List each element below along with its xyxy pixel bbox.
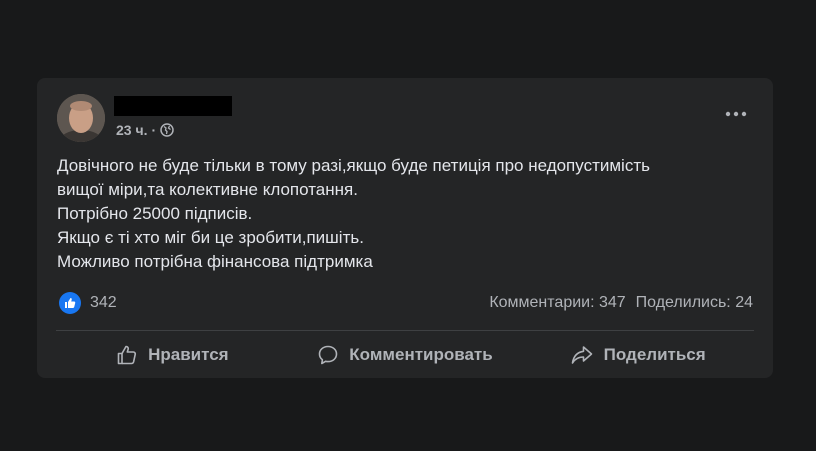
avatar[interactable]: [57, 94, 105, 142]
post-stats: Комментарии: 347 Поделились: 24: [489, 294, 753, 312]
post-text-line: Якщо є ті хто міг би це зробити,пишіть.: [57, 228, 364, 247]
like-reaction-icon: [59, 292, 81, 314]
more-options-button[interactable]: [721, 102, 751, 126]
comment-button-label: Комментировать: [349, 345, 493, 364]
comment-bubble-icon: [318, 345, 338, 365]
post-card: 23 ч. · Довічного не буде тільки в тому …: [37, 78, 773, 378]
comments-count-link[interactable]: Комментарии: 347: [489, 294, 625, 312]
thumbs-up-icon: [117, 345, 137, 365]
like-button[interactable]: Нравится: [56, 336, 289, 374]
share-button[interactable]: Поделиться: [521, 336, 754, 374]
avatar-photo: [57, 94, 105, 142]
post-text: Довічного не буде тільки в тому разі,якщ…: [57, 154, 747, 274]
post-meta: 23 ч. ·: [116, 122, 174, 138]
share-button-label: Поделиться: [603, 345, 706, 364]
meta-separator: ·: [151, 122, 157, 138]
globe-icon: [160, 123, 174, 137]
post-text-line: Потрібно 25000 підписів.: [57, 204, 253, 223]
post-text-line: вищої міри,та колективне клопотання.: [57, 180, 358, 199]
like-button-label: Нравится: [148, 345, 229, 364]
author-name-redacted[interactable]: [114, 96, 232, 116]
post-actions: Нравится Комментировать Поделиться: [56, 336, 754, 374]
comment-button[interactable]: Комментировать: [289, 336, 522, 374]
share-arrow-icon: [571, 346, 592, 364]
more-options-icon: [725, 111, 747, 117]
post-text-line: Довічного не буде тільки в тому разі,якщ…: [57, 156, 650, 175]
shares-count-link[interactable]: Поделились: 24: [636, 294, 753, 312]
reaction-count: 342: [90, 294, 117, 311]
reactions-summary[interactable]: 342: [59, 292, 117, 314]
post-timestamp[interactable]: 23 ч.: [116, 122, 147, 138]
post-text-line: Можливо потрібна фінансова підтримка: [57, 252, 373, 271]
actions-divider: [56, 330, 754, 331]
